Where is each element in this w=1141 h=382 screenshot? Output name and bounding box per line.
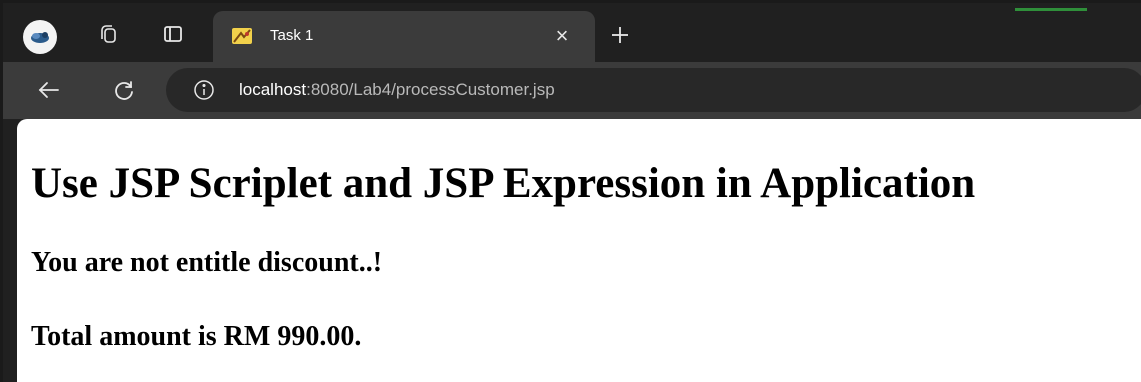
- total-amount-message: Total amount is RM 990.00.: [31, 321, 362, 352]
- url-text: localhost:8080/Lab4/processCustomer.jsp: [239, 80, 555, 100]
- page-content: Use JSP Scriplet and JSP Expression in A…: [17, 119, 1141, 382]
- page-heading: Use JSP Scriplet and JSP Expression in A…: [31, 160, 976, 207]
- tab-task-1[interactable]: Task 1 ×: [213, 11, 595, 62]
- tab-strip: Task 1 ×: [3, 3, 1141, 62]
- info-icon[interactable]: [193, 79, 215, 101]
- url-path: :8080/Lab4/processCustomer.jsp: [306, 80, 555, 99]
- browser-window: Task 1 × localhost:8080/Lab4/processCust…: [0, 0, 1141, 382]
- new-tab-icon[interactable]: [603, 18, 637, 52]
- refresh-icon[interactable]: [106, 72, 142, 108]
- tab-title: Task 1: [270, 27, 314, 44]
- toolbar: localhost:8080/Lab4/processCustomer.jsp: [3, 62, 1141, 119]
- close-icon[interactable]: ×: [548, 22, 576, 50]
- back-icon[interactable]: [31, 72, 67, 108]
- profile-icon[interactable]: [23, 20, 57, 54]
- tab-actions-icon[interactable]: [156, 17, 190, 51]
- discount-message: You are not entitle discount..!: [31, 247, 383, 278]
- address-bar[interactable]: localhost:8080/Lab4/processCustomer.jsp: [166, 68, 1141, 112]
- workspaces-icon[interactable]: [91, 17, 125, 51]
- url-host: localhost: [239, 80, 307, 99]
- window-accent-bar: [1015, 8, 1087, 11]
- tomcat-favicon: [231, 25, 253, 47]
